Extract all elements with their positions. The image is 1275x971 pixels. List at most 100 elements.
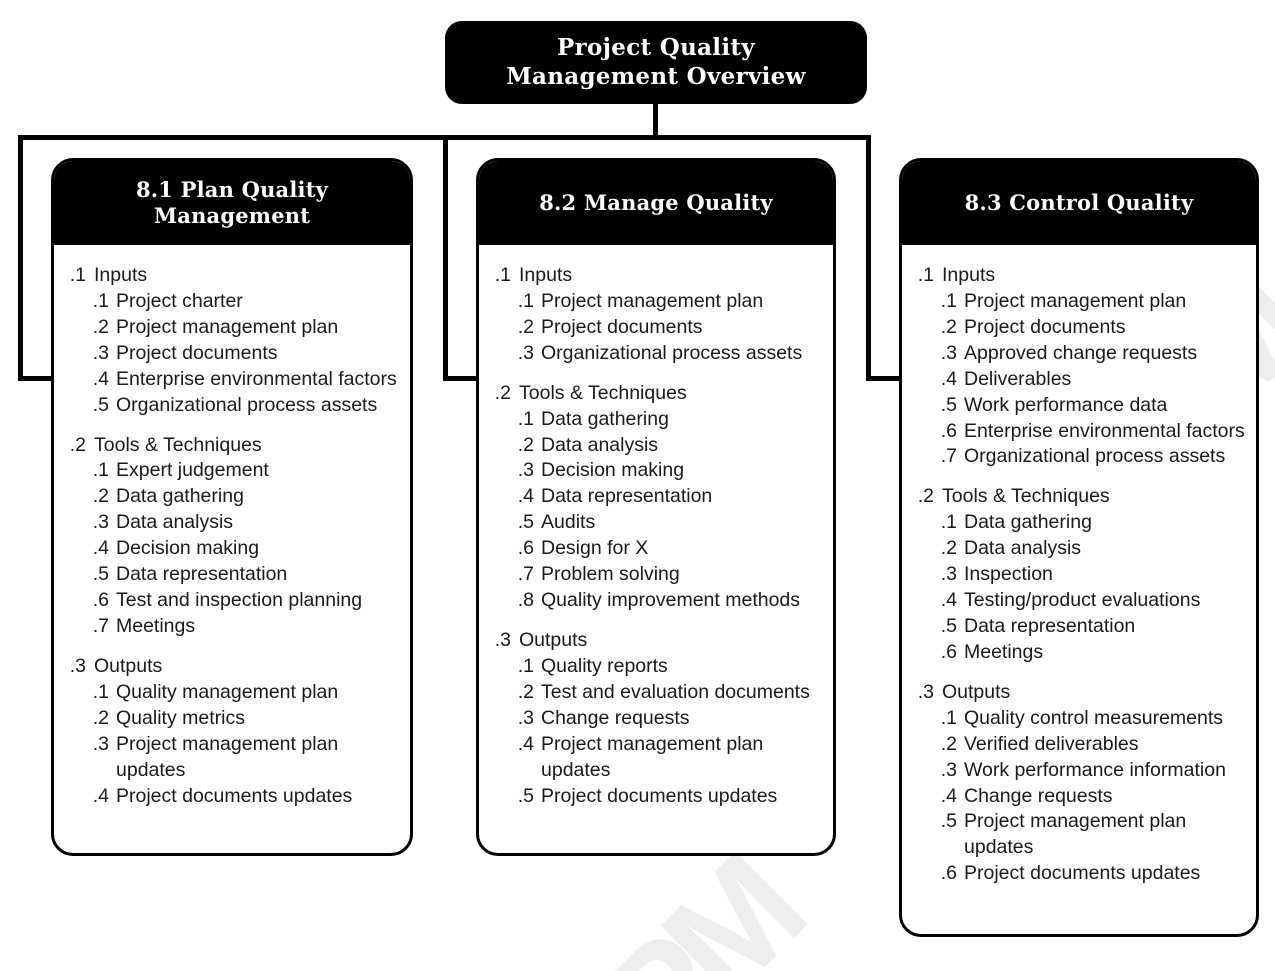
list-item-text: Meetings: [964, 640, 1044, 663]
section-label: Outputs: [94, 654, 163, 677]
list-item: .2 Verified deliverables: [912, 732, 1248, 758]
section-label: Tools & Techniques: [519, 381, 687, 404]
section-8.1-2: .2 Tools & Techniques .1 Expert judgement .2…: [64, 433, 402, 640]
list-item: .2 Data gathering: [64, 484, 402, 510]
list-item-number: .2: [940, 537, 957, 560]
list-item-text: Enterprise environmental factors: [964, 419, 1245, 442]
list-item-number: .3: [92, 341, 109, 364]
list-item-number: .6: [940, 640, 957, 663]
list-item: .6 Enterprise environmental factors: [912, 419, 1248, 445]
list-item: .2 Project documents: [912, 315, 1248, 341]
list-item-text: Data analysis: [116, 511, 234, 534]
list-item-number: .3: [92, 732, 109, 755]
list-item: .2 Data analysis: [489, 433, 825, 459]
process-box-8-1: 8.1 Plan Quality Management .1 Inputs .1 Pr…: [51, 158, 413, 856]
list-item: .1 Expert judgement: [64, 458, 402, 484]
list-item-text: Decision making: [541, 459, 685, 482]
list-item-text: Project management plan updates: [116, 732, 339, 781]
list-item: .4 Project documents updates: [64, 784, 402, 810]
list-item-text: Project management plan updates: [964, 810, 1187, 859]
list-item-text: Data representation: [541, 485, 713, 508]
process-header-8-2-line-1: 8.2 Manage Quality: [539, 190, 773, 216]
list-item-number: .2: [517, 433, 534, 456]
list-item-number: .4: [940, 784, 957, 807]
list-item-number: .3: [517, 459, 534, 482]
section-label: Inputs: [942, 264, 996, 286]
section-8.2-1: .1 Inputs .1 Project management plan .2 Proje…: [489, 263, 825, 367]
section-8.2-3: .3 Outputs .1 Quality reports .2 Test and eva…: [489, 628, 825, 809]
section-heading: .2 Tools & Techniques: [912, 484, 1248, 510]
section-8.3-1: .1 Inputs .1 Project management plan .2 Proje…: [912, 263, 1248, 470]
list-item-text: Project documents: [964, 315, 1126, 338]
list-item-number: .4: [940, 367, 957, 390]
list-item-text: Quality reports: [541, 654, 668, 677]
section-number: .1: [69, 264, 86, 286]
list-item-text: Problem solving: [541, 563, 680, 586]
list-item: .2 Quality metrics: [64, 706, 402, 732]
list-item: .3 Work performance information: [912, 758, 1248, 784]
list-item-number: .2: [517, 680, 534, 703]
list-item-text: Change requests: [964, 784, 1113, 807]
list-item: .1 Quality control measurements: [912, 706, 1248, 732]
list-item-number: .4: [92, 537, 109, 560]
list-item-number: .5: [940, 614, 957, 637]
list-item-text: Data gathering: [116, 485, 244, 508]
list-item-number: .5: [940, 393, 957, 416]
process-header-8-1-line-1: 8.1 Plan Quality: [135, 177, 329, 203]
list-item-text: Project documents updates: [541, 784, 778, 807]
section-number: .2: [917, 485, 934, 508]
list-item-text: Design for X: [541, 537, 649, 560]
list-item: .5 Audits: [489, 510, 825, 536]
connector-drop-8-3: [866, 135, 871, 381]
list-item-number: .4: [92, 367, 109, 390]
list-item-text: Data analysis: [964, 537, 1082, 560]
diagram-title-box: Project Quality Management Overview: [445, 21, 867, 104]
process-body-8-1: .1 Inputs .1 Project charter .2 Project manag…: [54, 245, 410, 819]
list-item: .2 Project documents: [489, 315, 825, 341]
section-heading: .3 Outputs: [912, 680, 1248, 706]
section-8.1-1: .1 Inputs .1 Project charter .2 Project manag…: [64, 263, 402, 419]
list-item: .5 Work performance data: [912, 393, 1248, 419]
list-item-number: .2: [940, 315, 957, 338]
list-item: .6 Test and inspection planning: [64, 588, 402, 614]
section-8.2-2: .2 Tools & Techniques .1 Data gathering .2 Da…: [489, 381, 825, 614]
list-item-text: Data representation: [964, 614, 1136, 637]
process-header-8-1: 8.1 Plan Quality Management: [54, 161, 410, 245]
list-item-number: .1: [940, 706, 957, 729]
list-item-text: Decision making: [116, 537, 260, 560]
process-body-8-3: .1 Inputs .1 Project management plan .2 Proje…: [902, 245, 1256, 897]
section-number: .1: [917, 264, 934, 286]
list-item-text: Verified deliverables: [964, 732, 1139, 755]
list-item-number: .5: [92, 393, 109, 416]
list-item-number: .4: [517, 732, 534, 755]
list-item: .1 Project management plan: [912, 289, 1248, 315]
list-item-text: Project management plan updates: [541, 732, 764, 781]
list-item-text: Work performance information: [964, 758, 1226, 781]
list-item: .5 Organizational process assets: [64, 393, 402, 419]
process-box-8-2: 8.2 Manage Quality .1 Inputs .1 Project man…: [476, 158, 836, 856]
list-item-number: .4: [940, 589, 957, 612]
list-item: .1 Quality management plan: [64, 680, 402, 706]
section-heading: .1 Inputs: [489, 263, 825, 289]
section-heading: .2 Tools & Techniques: [489, 381, 825, 407]
list-item-number: .3: [517, 706, 534, 729]
list-item-text: Test and inspection planning: [116, 589, 363, 612]
list-item: .6 Design for X: [489, 536, 825, 562]
section-label: Outputs: [519, 628, 588, 651]
list-item-number: .8: [517, 589, 534, 612]
list-item-text: Change requests: [541, 706, 690, 729]
list-item: .3 Approved change requests: [912, 341, 1248, 367]
list-item: .2 Project management plan: [64, 315, 402, 341]
process-box-8-3: 8.3 Control Quality .1 Inputs .1 Project ma…: [899, 158, 1259, 937]
section-label: Tools & Techniques: [94, 433, 262, 456]
list-item-number: .1: [517, 289, 534, 312]
list-item: .4 Change requests: [912, 784, 1248, 810]
list-item-number: .1: [940, 511, 957, 534]
list-item: .1 Data gathering: [489, 407, 825, 433]
section-8.3-2: .2 Tools & Techniques .1 Data gathering .2 Da…: [912, 484, 1248, 665]
section-label: Inputs: [519, 264, 573, 286]
list-item-text: Data representation: [116, 563, 288, 586]
list-item-text: Quality management plan: [116, 680, 339, 703]
list-item: .1 Data gathering: [912, 510, 1248, 536]
list-item-text: Project documents: [541, 315, 703, 338]
